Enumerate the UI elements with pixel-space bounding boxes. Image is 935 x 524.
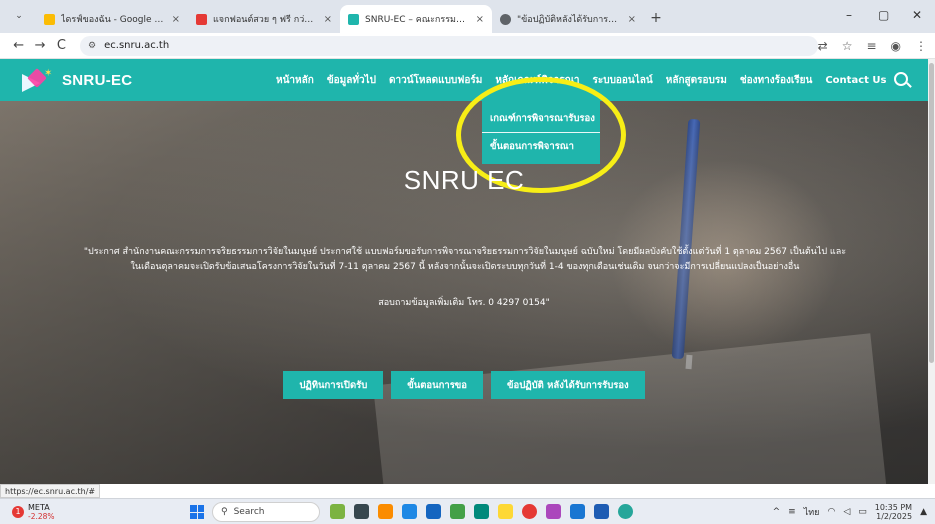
- page-scrollbar[interactable]: [928, 59, 935, 484]
- notification-icon[interactable]: ▲: [920, 507, 927, 517]
- google-drive-icon: [44, 13, 55, 25]
- browser-tab[interactable]: ไดรฟ์ของฉัน - Google ไดรฟ์ ×: [36, 5, 188, 33]
- profile-icon[interactable]: ◉: [891, 39, 901, 53]
- wifi-icon[interactable]: ◠: [827, 507, 835, 517]
- tab-strip: ⌄ ไดรฟ์ของฉัน - Google ไดรฟ์ × แจกฟอนต์ส…: [0, 0, 935, 33]
- widgets-app-icon[interactable]: [330, 504, 345, 519]
- logo-text: SNRU-EC: [62, 71, 133, 89]
- hero-button-group: ปฏิทินการเปิดรับ ขั้นตอนการขอ ข้อปฏิบัติ…: [0, 371, 928, 399]
- scrollbar-thumb[interactable]: [929, 63, 934, 363]
- system-tray: ^ ≡ ไทย ◠ ◁ ▭ 10:35 PM 1/2/2025 ▲: [773, 503, 927, 521]
- colorful-app-icon[interactable]: [546, 504, 561, 519]
- minimize-button[interactable]: –: [846, 8, 852, 22]
- reload-button[interactable]: C: [51, 38, 72, 53]
- request-steps-button[interactable]: ขั้นตอนการขอ: [391, 371, 483, 399]
- site-logo[interactable]: ✶ SNRU-EC: [22, 68, 132, 92]
- bookmark-star-icon[interactable]: ☆: [842, 39, 853, 53]
- hero-title: SNRU EC: [403, 165, 525, 195]
- restore-button[interactable]: ▢: [878, 8, 889, 22]
- tab-title: "ข้อปฏิบัติหลังได้รับการรับรอง": [517, 15, 622, 25]
- taskbar: 1 META -2.28% ⚲ Search ^ ≡ ไทย ◠ ◁ ▭ 10:…: [0, 498, 935, 524]
- site-info-icon[interactable]: ⚙: [88, 41, 96, 51]
- site-header: ✶ SNRU-EC หน้าหลัก ข้อมูลทั่วไป ดาวน์โหล…: [0, 59, 928, 101]
- battery-icon[interactable]: ▭: [858, 507, 867, 517]
- menu-item-contact-us[interactable]: Contact Us: [825, 75, 886, 86]
- browser-tab-active[interactable]: SNRU-EC – คณะกรรมการการวิจัยใ... ×: [340, 5, 492, 33]
- calendar-button[interactable]: ปฏิทินการเปิดรับ: [283, 371, 384, 399]
- extensions-icon[interactable]: ≡: [866, 39, 876, 53]
- status-bar-url: https://ec.snru.ac.th/#: [0, 484, 101, 498]
- lang-indicator[interactable]: ไทย: [804, 505, 820, 519]
- font-site-icon: [196, 13, 207, 25]
- clock[interactable]: 10:35 PM 1/2/2025: [875, 503, 912, 521]
- address-bar[interactable]: ⚙ ec.snru.ac.th: [80, 35, 818, 56]
- blue-app-icon[interactable]: [570, 504, 585, 519]
- new-tab-button[interactable]: +: [644, 5, 668, 31]
- chrome-app-icon[interactable]: [522, 504, 537, 519]
- hero-announcement: "ประกาศ สำนักงานคณะกรรมการจริยธรรมการวิจ…: [83, 247, 847, 272]
- line-app-icon[interactable]: [450, 504, 465, 519]
- store-app-icon[interactable]: [402, 504, 417, 519]
- word-app-icon[interactable]: [594, 504, 609, 519]
- network-icon[interactable]: ≡: [788, 507, 796, 517]
- menu-item-home[interactable]: หน้าหลัก: [276, 73, 314, 88]
- translate-icon[interactable]: ⇄: [818, 39, 828, 53]
- hero-contact: สอบถามข้อมูลเพิ่มเติม โทร. 0 4297 0154": [378, 298, 550, 308]
- stock-name: META: [28, 502, 50, 512]
- taskbar-search-placeholder: Search: [233, 507, 265, 517]
- tab-title: ไดรฟ์ของฉัน - Google ไดรฟ์: [61, 15, 166, 25]
- tab-close-icon[interactable]: ×: [476, 14, 484, 25]
- chrome-profile-app-icon[interactable]: [618, 504, 633, 519]
- forward-button[interactable]: →: [29, 38, 50, 53]
- photos-app-icon[interactable]: [378, 504, 393, 519]
- browser-toolbar: ← → C ⚙ ec.snru.ac.th ⇄ ☆ ≡ ◉ ⋮: [0, 33, 935, 59]
- tab-search-chevron-icon[interactable]: ⌄: [8, 5, 30, 27]
- tab-close-icon[interactable]: ×: [172, 14, 180, 25]
- menu-item-general-info[interactable]: ข้อมูลทั่วไป: [327, 73, 376, 88]
- tab-title: SNRU-EC – คณะกรรมการการวิจัยใ...: [365, 15, 470, 25]
- menu-item-training-courses[interactable]: หลักสูตรอบรม: [666, 73, 727, 88]
- logo-mark-icon: ✶: [22, 68, 56, 92]
- outlook-app-icon[interactable]: [426, 504, 441, 519]
- post-approval-guidelines-button[interactable]: ข้อปฏิบัติ หลังได้รับการรับรอง: [491, 371, 645, 399]
- clock-date: 1/2/2025: [876, 512, 913, 521]
- search-icon[interactable]: [894, 72, 908, 86]
- snru-ec-favicon-icon: [348, 13, 359, 25]
- close-window-button[interactable]: ✕: [912, 8, 922, 22]
- browser-tab[interactable]: แจกฟอนต์สวย ๆ ฟรี กว่า 30 แบบ ไ... ×: [188, 5, 340, 33]
- menu-item-complaints[interactable]: ช่องทางร้องเรียน: [740, 73, 813, 88]
- back-button[interactable]: ←: [8, 38, 29, 53]
- menu-item-online-system[interactable]: ระบบออนไลน์: [592, 73, 652, 88]
- browser-tab[interactable]: "ข้อปฏิบัติหลังได้รับการรับรอง" ×: [492, 5, 644, 33]
- stock-change: -2.28%: [28, 511, 55, 521]
- edge-app-icon[interactable]: [474, 504, 489, 519]
- tab-close-icon[interactable]: ×: [628, 14, 636, 25]
- tab-title: แจกฟอนต์สวย ๆ ฟรี กว่า 30 แบบ ไ...: [213, 15, 318, 25]
- windows-start-icon[interactable]: [190, 505, 204, 519]
- tray-chevron-icon[interactable]: ^: [773, 507, 781, 517]
- taskbar-apps: [330, 504, 633, 519]
- clock-time: 10:35 PM: [874, 503, 913, 512]
- url-text: ec.snru.ac.th: [104, 40, 170, 51]
- file-explorer-app-icon[interactable]: [354, 504, 369, 519]
- folder-app-icon[interactable]: [498, 504, 513, 519]
- globe-icon: [500, 13, 511, 25]
- web-page: ✶ SNRU-EC หน้าหลัก ข้อมูลทั่วไป ดาวน์โหล…: [0, 59, 928, 484]
- search-icon: ⚲: [221, 507, 228, 517]
- stock-alert-badge: 1: [12, 505, 24, 518]
- menu-item-download-forms[interactable]: ดาวน์โหลดแบบฟอร์ม: [389, 73, 482, 88]
- taskbar-search[interactable]: ⚲ Search: [212, 502, 320, 522]
- tab-close-icon[interactable]: ×: [324, 14, 332, 25]
- stock-widget[interactable]: 1 META -2.28%: [12, 503, 55, 521]
- more-menu-icon[interactable]: ⋮: [915, 39, 927, 53]
- volume-icon[interactable]: ◁: [843, 507, 850, 517]
